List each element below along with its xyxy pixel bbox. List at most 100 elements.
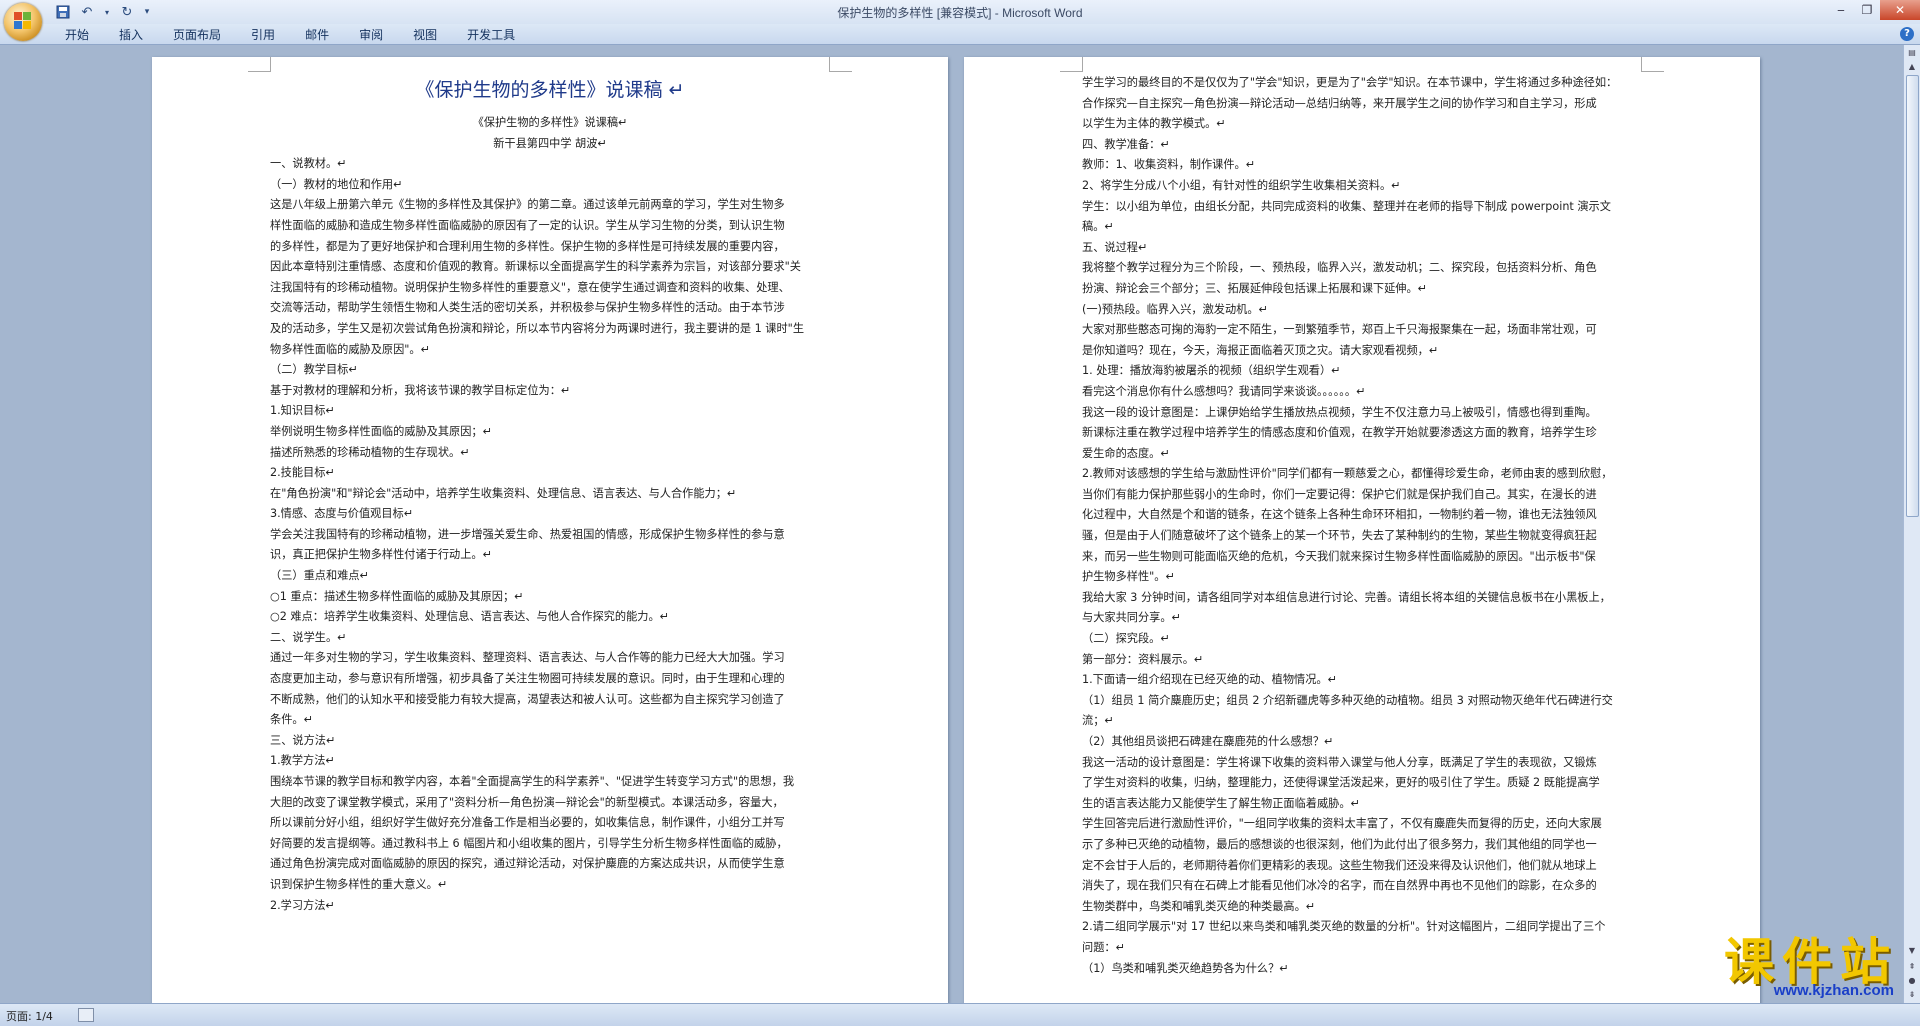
proofing-icon[interactable]: [78, 1008, 94, 1022]
document-line: 与大家共同分享。↵: [1082, 611, 1181, 625]
document-line: 举例说明生物多样性面临的威胁及其原因；↵: [270, 424, 492, 438]
ribbon-tab[interactable]: 审阅: [344, 27, 398, 43]
document-line: （1）组员 1 简介麋鹿历史；组员 2 介绍新疆虎等多种灭绝的动植物。组员 3 …: [1082, 693, 1613, 707]
document-line: 大胆的改变了课堂教学模式，采用了"资料分析—角色扮演—辩论会"的新型模式。本课活…: [270, 795, 784, 809]
document-title: 《保护生物的多样性》说课稿 ↵: [415, 79, 685, 101]
page-indicator[interactable]: 页面: 1/4: [6, 1008, 53, 1024]
document-line: 以学生为主体的教学模式。↵: [1082, 117, 1226, 131]
page-2-content: 学生学习的最终目的不是仅仅为了"学会"知识，更是为了"会学"知识。在本节课中，学…: [1082, 73, 1642, 979]
document-line: 扮演、辩论会三个部分；三、拓展延伸段包括课上拓展和课下延伸。↵: [1082, 281, 1428, 295]
document-line: 2、将学生分成八个小组，有针对性的组织学生收集相关资料。↵: [1082, 178, 1401, 192]
crop-mark: [248, 57, 271, 72]
close-icon[interactable]: ✕: [1880, 0, 1920, 20]
document-page-1[interactable]: 《保护生物的多样性》说课稿 ↵ 《保护生物的多样性》说课稿↵ 新干县第四中学 胡波…: [152, 57, 948, 1003]
document-line: （二）探究段。↵: [1082, 632, 1170, 646]
scroll-down-icon[interactable]: ▼: [1906, 945, 1918, 957]
ribbon-tab[interactable]: 引用: [236, 27, 290, 43]
next-page-icon[interactable]: ⇟: [1906, 989, 1918, 1001]
document-line: （1）鸟类和哺乳类灭绝趋势各为什么？↵: [1082, 961, 1289, 975]
document-line: 在"角色扮演"和"辩论会"活动中，培养学生收集资料、处理信息、语言表达、与人合作…: [270, 486, 737, 500]
document-line: 二、说学生。↵: [270, 630, 347, 644]
status-bar: 页面: 1/4: [0, 1003, 1920, 1026]
document-line: ○2 难点：培养学生收集资料、处理信息、语言表达、与他人合作探究的能力。↵: [270, 610, 669, 624]
document-line: 四、教学准备：↵: [1082, 137, 1170, 151]
document-line: 识，真正把保护生物多样性付诸于行动上。↵: [270, 548, 492, 562]
document-line: 通过角色扮演完成对面临威胁的原因的探究，通过辩论活动，对保护麋鹿的方案达成共识，…: [270, 857, 785, 871]
document-line: 第一部分：资料展示。↵: [1082, 652, 1204, 666]
document-page-2[interactable]: 学生学习的最终目的不是仅仅为了"学会"知识，更是为了"会学"知识。在本节课中，学…: [964, 57, 1760, 1003]
document-line: 1.教学方法↵: [270, 754, 335, 768]
crop-mark: [1641, 57, 1664, 72]
document-line: 这是八年级上册第六单元《生物的多样性及其保护》的第二章。通过该单元前两章的学习，…: [270, 198, 785, 212]
vertical-scrollbar[interactable]: ▤ ▲ ▼ ⇞ ● ⇟: [1903, 45, 1920, 1003]
page-2-paragraphs: 学生学习的最终目的不是仅仅为了"学会"知识，更是为了"会学"知识。在本节课中，学…: [1082, 73, 1642, 979]
document-line: 学生：以小组为单位，由组长分配，共同完成资料的收集、整理并在老师的指导下制成 p…: [1082, 199, 1611, 213]
document-line: 合作探究—自主探究—角色扮演—辩论活动—总结归纳等，来开展学生之间的协作学习和自…: [1082, 96, 1597, 110]
document-line: 来，而另一些生物则可能面临灭绝的危机，今天我们就来探讨生物多样性面临威胁的原因。…: [1082, 549, 1596, 563]
document-line: (一)预热段。临界入兴，激发动机。↵: [1082, 302, 1268, 316]
ribbon-tab[interactable]: 插入: [104, 27, 158, 43]
document-line: 围绕本节课的教学目标和教学内容，本着"全面提高学生的科学素养"、"促进学生转变学…: [270, 775, 795, 788]
document-line: 当你们有能力保护那些弱小的生命时，你们一定要记得：保护它们就是保护我们自己。其实…: [1082, 487, 1597, 501]
office-logo-icon: [14, 12, 32, 30]
document-line: 流；↵: [1082, 714, 1114, 728]
document-line: 问题：↵: [1082, 940, 1125, 954]
document-line: 描述所熟悉的珍稀动植物的生存现状。↵: [270, 445, 470, 459]
document-line: 2.教师对该感想的学生给与激励性评价"同学们都有一颗慈爱之心，都懂得珍爱生命，老…: [1082, 467, 1613, 481]
ruler-toggle-icon[interactable]: ▤: [1906, 47, 1918, 59]
document-line: （二）教学目标↵: [270, 363, 358, 377]
document-line: （三）重点和难点↵: [270, 569, 369, 583]
document-line: 是你知道吗？现在，今天，海报正面临着灭顶之灾。请大家观看视频，↵: [1082, 343, 1439, 357]
watermark-url: www.kjzhan.com: [1773, 982, 1894, 999]
document-line: 新干县第四中学 胡波↵: [493, 136, 607, 150]
ribbon-tab[interactable]: 页面布局: [158, 27, 236, 43]
document-line: 1.下面请一组介绍现在已经灭绝的动、植物情况。↵: [1082, 673, 1337, 687]
document-line: 消失了，现在我们只有在石碑上才能看见他们冰冷的名字，而在自然界中再也不见他们的踪…: [1082, 879, 1597, 893]
document-line: 1.知识目标↵: [270, 404, 335, 418]
document-line: 一、说教材。↵: [270, 157, 347, 171]
scrollbar-thumb[interactable]: [1906, 75, 1919, 517]
crop-mark: [1060, 57, 1083, 72]
document-line: 所以课前分好小组，组织好学生做好充分准备工作是相当必要的，如收集信息，制作课件，…: [270, 816, 785, 830]
document-line: 学会关注我国特有的珍稀动植物，进一步增强关爱生命、热爱祖国的情感，形成保护生物多…: [270, 527, 785, 541]
document-line: 《保护生物的多样性》说课稿↵: [472, 116, 628, 129]
document-line: 我将整个教学过程分为三个阶段，一、预热段，临界入兴，激发动机；二、探究段，包括资…: [1082, 261, 1597, 275]
title-bar: ↶ ▾ ↻ ▾ 保护生物的多样性 [兼容模式] - Microsoft Word…: [0, 0, 1920, 24]
previous-page-icon[interactable]: ⇞: [1906, 961, 1918, 973]
ribbon-tab[interactable]: 开始: [50, 27, 104, 43]
document-line: 好简要的发言提纲等。通过教科书上 6 幅图片和小组收集的图片，引导学生分析生物多…: [270, 836, 788, 850]
document-line: （2）其他组员谈把石碑建在麋鹿苑的什么感想？↵: [1082, 735, 1334, 748]
crop-mark: [829, 57, 852, 72]
document-line: 教师：1、收集资料，制作课件。↵: [1082, 158, 1256, 172]
document-line: 我这一段的设计意图是：上课伊始给学生播放热点视频，学生不仅注意力马上被吸引，情感…: [1082, 405, 1597, 419]
document-line: 骚，但是由于人们随意破坏了这个链条上的某一个环节，失去了某种制约的生物，某些生物…: [1082, 529, 1597, 543]
document-line: 3.情感、态度与价值观目标↵: [270, 507, 414, 521]
document-line: 三、说方法↵: [270, 733, 336, 747]
document-line: 样性面临的威胁和造成生物多样性面临威胁的原因有了一定的认识。学生从学习生物的分类…: [270, 218, 785, 232]
document-line: 生物类群中，鸟类和哺乳类灭绝的种类最高。↵: [1082, 899, 1316, 913]
document-workspace: 《保护生物的多样性》说课稿 ↵ 《保护生物的多样性》说课稿↵ 新干县第四中学 胡波…: [0, 45, 1904, 1003]
document-line: 基于对教材的理解和分析，我将该节课的教学目标定位为：↵: [270, 383, 571, 397]
office-button[interactable]: [4, 3, 42, 41]
browse-object-icon[interactable]: ●: [1906, 975, 1918, 987]
document-line: 2.技能目标↵: [270, 466, 335, 480]
maximize-icon[interactable]: ❐: [1854, 0, 1880, 20]
document-line: 态度更加主动，参与意识有所增强，初步具备了关注生物圈可持续发展的意识。同时，由于…: [270, 672, 785, 686]
scroll-up-icon[interactable]: ▲: [1906, 61, 1918, 73]
document-line: 注我国特有的珍稀动植物。说明保护生物多样性的重要意义"，意在使学生通过调查和资料…: [270, 280, 790, 294]
document-line: 条件。↵: [270, 713, 313, 727]
document-line: （一）教材的地位和作用↵: [270, 177, 403, 191]
document-line: 我给大家 3 分钟时间，请各组同学对本组信息进行讨论、完善。请组长将本组的关键信…: [1082, 590, 1611, 604]
document-line: 学生回答完后进行激励性评价，"一组同学收集的资料太丰富了，不仅有麋鹿失而复得的历…: [1082, 817, 1602, 831]
document-line: 化过程中，大自然是个和谐的链条，在这个链条上各种生命环环相扣，一物制约着一物，谁…: [1082, 508, 1597, 522]
document-line: 1. 处理：播放海豹被屠杀的视频（组织学生观看）↵: [1082, 364, 1341, 378]
document-line: 了学生对资料的收集，归纳，整理能力，还使得课堂活泼起来，更好的吸引住了学生。质疑…: [1082, 776, 1600, 790]
minimize-icon[interactable]: ‒: [1828, 0, 1854, 20]
document-line: 通过一年多对生物的学习，学生收集资料、整理资料、语言表达、与人合作等的能力已经大…: [270, 651, 785, 665]
document-line: 及的活动多，学生又是初次尝试角色扮演和辩论，所以本节内容将分为两课时进行，我主要…: [270, 321, 805, 335]
help-icon[interactable]: ?: [1900, 27, 1914, 41]
ribbon-tab[interactable]: 邮件: [290, 27, 344, 43]
ribbon-tab[interactable]: 开发工具: [452, 27, 530, 43]
document-line: 因此本章特别注重情感、态度和价值观的教育。新课标以全面提高学生的科学素养为宗旨，…: [270, 260, 801, 274]
ribbon-tab[interactable]: 视图: [398, 27, 452, 43]
